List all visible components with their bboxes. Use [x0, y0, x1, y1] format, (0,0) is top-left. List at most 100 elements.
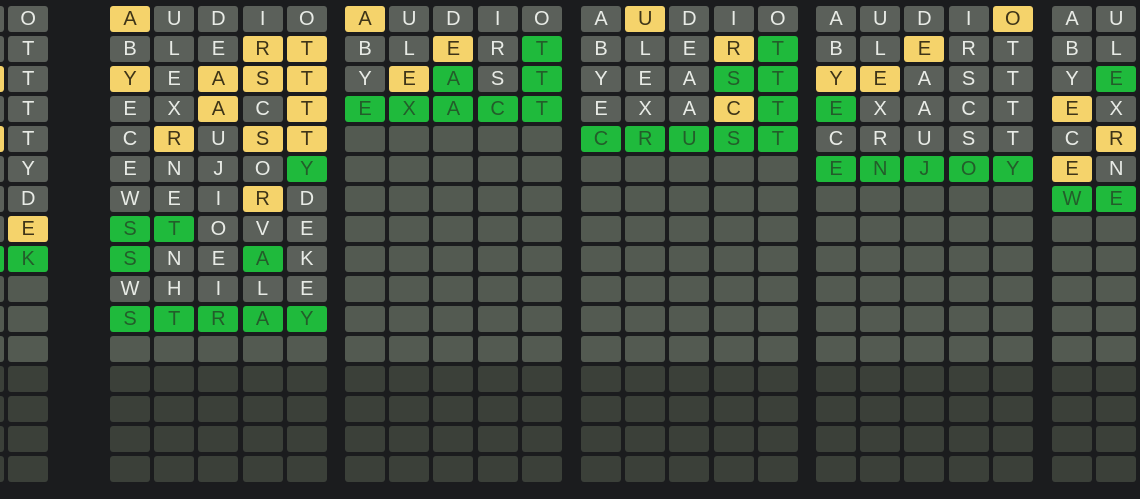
- empty-tile: [816, 396, 856, 422]
- letter-tile: E: [904, 36, 945, 62]
- letter-tile: A: [110, 6, 150, 32]
- empty-tile: [110, 456, 150, 482]
- empty-tile: [992, 276, 1033, 302]
- empty-tile: [198, 426, 239, 452]
- empty-tile: [242, 396, 283, 422]
- letter-tile: O: [286, 6, 327, 32]
- empty-tile: [477, 276, 518, 302]
- empty-tile: [477, 456, 518, 482]
- letter-tile: T: [286, 66, 327, 92]
- empty-tile: [757, 456, 798, 482]
- empty-tile: [948, 186, 989, 212]
- empty-tile: [669, 276, 710, 302]
- empty-tile: [581, 186, 621, 212]
- letter-tile: C: [242, 96, 283, 122]
- empty-tile: [581, 216, 621, 242]
- empty-tile: [1096, 456, 1137, 482]
- letter-tile: T: [286, 126, 327, 152]
- empty-tile: [713, 396, 754, 422]
- empty-tile: [713, 156, 754, 182]
- empty-tile: [389, 276, 430, 302]
- letter-tile: R: [948, 36, 989, 62]
- letter-tile: S: [713, 66, 754, 92]
- empty-tile: [860, 366, 901, 392]
- empty-tile: [581, 396, 621, 422]
- letter-tile: U: [904, 126, 945, 152]
- empty-tile: [477, 396, 518, 422]
- empty-tile: [757, 336, 798, 362]
- letter-tile: K: [8, 246, 49, 272]
- empty-tile: [992, 186, 1033, 212]
- letter-tile: V: [0, 216, 4, 242]
- empty-tile: [154, 456, 195, 482]
- empty-tile: [948, 426, 989, 452]
- letter-tile: K: [286, 246, 327, 272]
- empty-tile: [757, 396, 798, 422]
- empty-tile: [389, 426, 430, 452]
- empty-tile: [948, 366, 989, 392]
- letter-tile: S: [110, 246, 150, 272]
- letter-tile: T: [286, 36, 327, 62]
- letter-tile: E: [110, 156, 150, 182]
- empty-tile: [1052, 306, 1092, 332]
- empty-tile: [1052, 456, 1092, 482]
- letter-tile: E: [1052, 96, 1092, 122]
- empty-tile: [625, 156, 666, 182]
- empty-tile: [669, 366, 710, 392]
- letter-tile: U: [198, 126, 239, 152]
- empty-tile: [477, 186, 518, 212]
- empty-tile: [757, 426, 798, 452]
- empty-tile: [1096, 426, 1137, 452]
- empty-tile: [198, 366, 239, 392]
- letter-tile: T: [8, 126, 49, 152]
- empty-tile: [389, 336, 430, 362]
- multi-board-game-area: IORTSTCTSTOYRDVEAKAUDIOBLERTYEASTEXACTCR…: [0, 0, 1140, 499]
- letter-tile: N: [154, 246, 195, 272]
- empty-tile: [1096, 216, 1137, 242]
- empty-tile: [992, 306, 1033, 332]
- letter-tile: I: [477, 6, 518, 32]
- empty-tile: [625, 456, 666, 482]
- letter-tile: T: [757, 66, 798, 92]
- empty-tile: [389, 396, 430, 422]
- letter-tile: O: [8, 6, 49, 32]
- empty-tile: [948, 396, 989, 422]
- letter-tile: X: [625, 96, 666, 122]
- empty-tile: [521, 396, 562, 422]
- empty-tile: [433, 426, 474, 452]
- empty-tile: [948, 306, 989, 332]
- empty-tile: [345, 216, 385, 242]
- empty-tile: [1052, 246, 1092, 272]
- empty-tile: [0, 426, 4, 452]
- letter-tile: T: [521, 36, 562, 62]
- letter-tile: L: [389, 36, 430, 62]
- empty-tile: [757, 306, 798, 332]
- empty-tile: [713, 456, 754, 482]
- letter-tile: E: [286, 276, 327, 302]
- letter-tile: X: [1096, 96, 1137, 122]
- empty-tile: [1052, 336, 1092, 362]
- empty-tile: [713, 306, 754, 332]
- letter-tile: S: [0, 66, 4, 92]
- letter-tile: I: [0, 6, 4, 32]
- empty-tile: [992, 456, 1033, 482]
- letter-tile: U: [625, 6, 666, 32]
- letter-tile: C: [0, 96, 4, 122]
- empty-tile: [242, 426, 283, 452]
- empty-tile: [904, 306, 945, 332]
- letter-tile: E: [286, 216, 327, 242]
- empty-tile: [625, 396, 666, 422]
- letter-tile: D: [286, 186, 327, 212]
- letter-tile: C: [816, 126, 856, 152]
- letter-tile: S: [713, 126, 754, 152]
- empty-tile: [816, 306, 856, 332]
- empty-tile: [389, 156, 430, 182]
- empty-tile: [433, 216, 474, 242]
- empty-tile: [904, 186, 945, 212]
- empty-tile: [904, 396, 945, 422]
- empty-tile: [389, 126, 430, 152]
- letter-tile: Y: [8, 156, 49, 182]
- letter-tile: W: [110, 276, 150, 302]
- letter-tile: R: [0, 36, 4, 62]
- empty-tile: [757, 156, 798, 182]
